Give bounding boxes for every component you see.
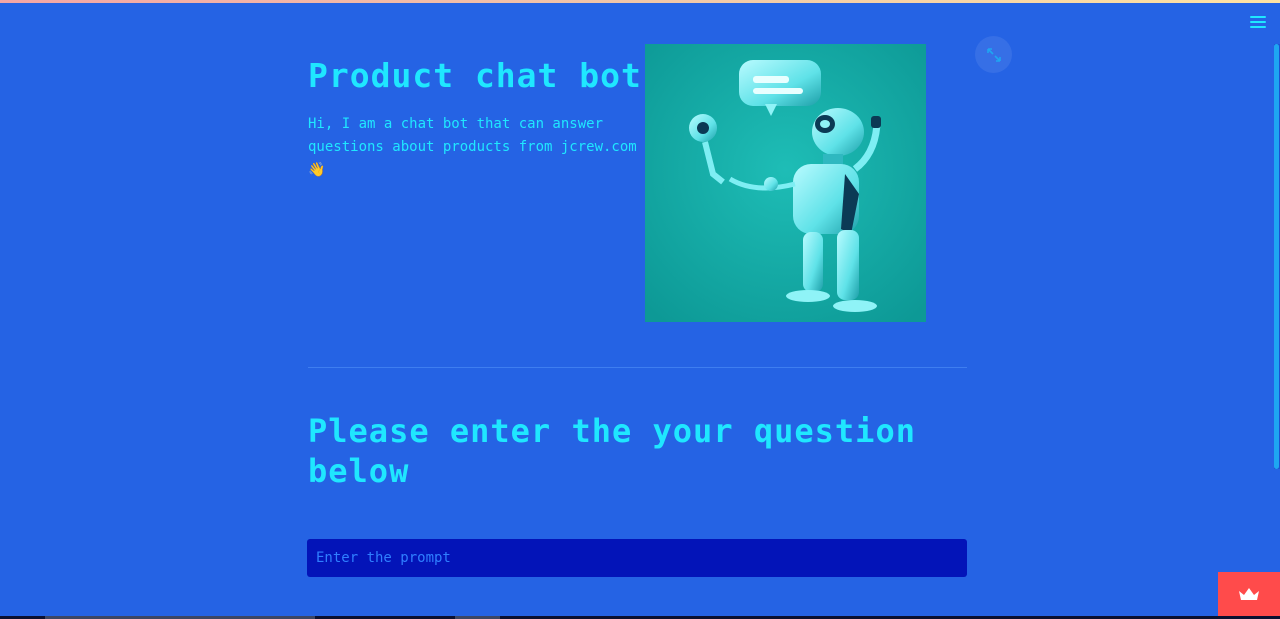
scrollbar-thumb[interactable] bbox=[1274, 44, 1279, 469]
hamburger-menu-icon[interactable] bbox=[1250, 16, 1266, 30]
prompt-input[interactable] bbox=[307, 539, 967, 577]
streamlit-badge[interactable] bbox=[1218, 572, 1280, 616]
crown-icon bbox=[1239, 588, 1259, 600]
question-heading: Please enter the your question below bbox=[308, 412, 916, 490]
intro-text: Hi, I am a chat bot that can answer ques… bbox=[308, 116, 637, 178]
robot-image bbox=[645, 44, 926, 322]
page-title: Product chat bot bbox=[308, 56, 642, 95]
fullscreen-expand-icon[interactable] bbox=[975, 36, 1012, 73]
section-divider bbox=[308, 367, 967, 368]
top-decoration-stripe bbox=[0, 0, 1280, 3]
